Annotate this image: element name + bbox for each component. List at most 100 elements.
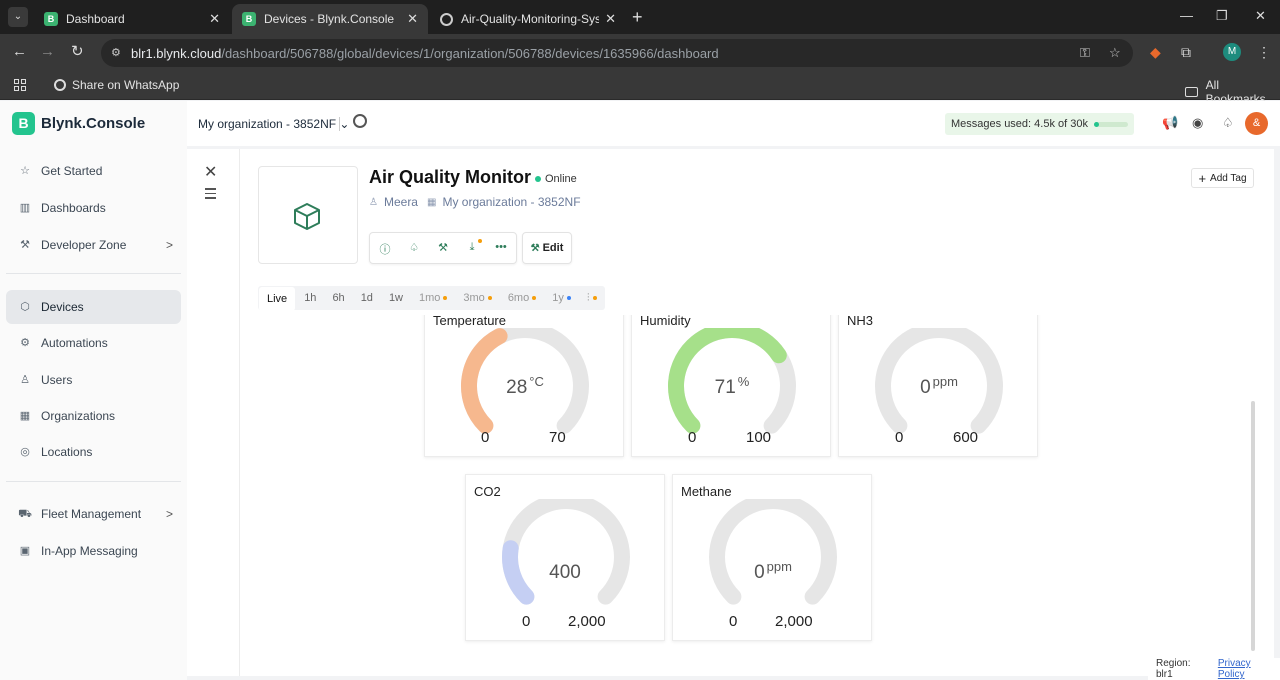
- blynk-app: B Blynk.Console ☆ Get Started ▥ Dashboar…: [0, 101, 1280, 680]
- notifications-bell-icon[interactable]: ♤: [1222, 115, 1234, 131]
- tab-search-button[interactable]: ⌄: [8, 7, 28, 27]
- sidebar-item-organizations[interactable]: ▦ Organizations: [6, 399, 181, 433]
- message-icon: ▣: [19, 545, 31, 557]
- extensions-puzzle-icon[interactable]: ⧉: [1181, 44, 1191, 61]
- forward-icon[interactable]: →: [40, 44, 55, 60]
- privacy-policy-link[interactable]: Privacy Policy: [1218, 658, 1280, 680]
- extension-fox-icon[interactable]: ◆: [1150, 44, 1161, 61]
- truck-icon: ⛟: [18, 508, 32, 520]
- new-tab-icon[interactable]: +: [632, 8, 643, 26]
- gauge-value: 71%: [714, 374, 750, 398]
- panel-rail: ✕: [187, 149, 240, 676]
- megaphone-icon[interactable]: 📢: [1162, 115, 1178, 131]
- edit-button[interactable]: ⚒ Edit: [522, 232, 572, 264]
- blynk-favicon-icon: B: [44, 12, 58, 26]
- help-icon[interactable]: ◉: [1192, 115, 1203, 131]
- bookmarks-bar: Share on WhatsApp All Bookmarks: [0, 72, 1280, 106]
- dashboard-scrollbar[interactable]: [1251, 401, 1255, 651]
- gauge-card-humidity[interactable]: Humidity 71% 0 100: [631, 315, 831, 457]
- menu-icon[interactable]: [205, 188, 216, 202]
- tab-close-icon[interactable]: ✕: [605, 11, 616, 27]
- site-info-icon[interactable]: ⚙: [111, 46, 125, 60]
- sidebar-item-automations[interactable]: ⚙ Automations: [6, 326, 181, 360]
- gauge-min: 0: [688, 429, 697, 446]
- time-range-live[interactable]: Live: [259, 287, 296, 311]
- sidebar-item-developer-zone[interactable]: ⚒ Developer Zone >: [6, 228, 181, 262]
- sidebar-item-get-started[interactable]: ☆ Get Started: [6, 154, 181, 188]
- add-tag-button[interactable]: + Add Tag: [1191, 168, 1254, 188]
- user-avatar[interactable]: &: [1245, 112, 1268, 135]
- gauge-max: 100: [746, 429, 772, 446]
- time-range-3mo[interactable]: 3mo: [455, 286, 499, 310]
- gauge-max: 600: [953, 429, 979, 446]
- sidebar-item-dashboards[interactable]: ▥ Dashboards: [6, 191, 181, 225]
- gauge-value: 400: [549, 562, 581, 583]
- gauge-min: 0: [481, 429, 490, 446]
- sidebar-item-users[interactable]: ♙ Users: [6, 363, 181, 397]
- reload-icon[interactable]: ↻: [71, 44, 84, 60]
- device-image[interactable]: [258, 166, 358, 264]
- gauge-value: 28 °C: [506, 374, 544, 398]
- gauge-card-temperature[interactable]: Temperature 28 °C 0 70: [424, 315, 624, 457]
- globe-icon: [54, 79, 66, 91]
- settings-gear-icon[interactable]: [353, 114, 367, 128]
- cube-icon: ⬡: [20, 301, 30, 313]
- sidebar-item-in-app-messaging[interactable]: ▣ In-App Messaging: [6, 534, 181, 568]
- bookmark-share-whatsapp[interactable]: Share on WhatsApp: [54, 78, 179, 92]
- gauge-card-methane[interactable]: Methane 0 ppm 0 2,000: [672, 474, 872, 641]
- gauge-card-co2[interactable]: CO2 400 0 2,000: [465, 474, 665, 641]
- maximize-icon[interactable]: ❐: [1216, 8, 1228, 24]
- browser-tab-devices[interactable]: B Devices - Blynk.Console ✕: [232, 4, 428, 34]
- tab-title: Dashboard: [66, 12, 125, 26]
- time-range-1mo[interactable]: 1mo: [411, 286, 455, 310]
- url-bar[interactable]: ⚙ blr1.blynk.cloud/dashboard/506788/glob…: [101, 39, 1133, 67]
- browser-tab-github[interactable]: Air-Quality-Monitoring-System ✕: [430, 4, 626, 34]
- browser-tab-dashboard[interactable]: B Dashboard ✕: [34, 4, 230, 34]
- gauge-title: NH3: [847, 315, 874, 328]
- chevron-down-icon: ⌄: [339, 117, 350, 131]
- minimize-icon[interactable]: —: [1180, 8, 1193, 23]
- sidebar-item-fleet-management[interactable]: ⛟ Fleet Management >: [6, 497, 181, 531]
- building-icon: ▦: [427, 196, 437, 208]
- blynk-favicon-icon: B: [242, 12, 256, 26]
- device-status: Online: [535, 173, 577, 185]
- tab-title: Devices - Blynk.Console: [264, 12, 395, 26]
- sidebar-item-devices[interactable]: ⬡ Devices: [6, 290, 181, 324]
- time-range-1w[interactable]: 1w: [381, 286, 411, 310]
- device-action-toolbar: ⓘ ♤ ⚒ ⤓ •••: [369, 232, 517, 264]
- gauge-title: Temperature: [433, 315, 506, 328]
- tab-close-icon[interactable]: ✕: [209, 11, 220, 27]
- info-icon[interactable]: ⓘ: [378, 241, 392, 257]
- more-icon[interactable]: •••: [494, 241, 508, 253]
- download-icon[interactable]: ⤓: [465, 239, 482, 254]
- browser-menu-icon[interactable]: ⋮: [1257, 44, 1271, 61]
- gauge-card-nh3[interactable]: NH3 0 ppm 0 600: [838, 315, 1038, 457]
- time-range-1h[interactable]: 1h: [296, 286, 324, 310]
- organization-select[interactable]: My organization - 3852NF ⌄: [198, 117, 349, 131]
- profile-avatar[interactable]: M: [1223, 43, 1241, 61]
- blynk-logo-icon: B: [12, 112, 35, 135]
- apps-grid-icon[interactable]: [14, 79, 27, 92]
- time-range-6h[interactable]: 6h: [324, 286, 352, 310]
- time-range-6mo[interactable]: 6mo: [500, 286, 544, 310]
- plus-icon: +: [1198, 170, 1207, 186]
- device-owner-link[interactable]: ♙ Meera: [369, 195, 418, 209]
- gauge-max: 2,000: [775, 613, 813, 630]
- password-key-icon[interactable]: ⚿: [1080, 45, 1090, 61]
- back-icon[interactable]: ←: [12, 44, 27, 60]
- time-range-custom[interactable]: ⫶: [579, 286, 605, 310]
- device-org-link[interactable]: ▦ My organization - 3852NF: [427, 195, 581, 209]
- time-range-1d[interactable]: 1d: [353, 286, 381, 310]
- sidebar-item-locations[interactable]: ◎ Locations: [6, 435, 181, 469]
- browser-address-bar: ← → ↻ ⚙ blr1.blynk.cloud/dashboard/50678…: [0, 34, 1280, 72]
- bell-icon[interactable]: ♤: [407, 241, 421, 254]
- tab-close-icon[interactable]: ✕: [407, 11, 418, 27]
- blynk-logo[interactable]: B Blynk.Console: [12, 112, 145, 135]
- time-range-1y[interactable]: 1y: [544, 286, 579, 310]
- wrench-icon[interactable]: ⚒: [436, 241, 450, 254]
- close-icon[interactable]: ✕: [204, 162, 217, 182]
- chevron-right-icon: >: [165, 238, 173, 252]
- bookmark-star-icon[interactable]: ☆: [1109, 45, 1121, 61]
- gauge: [709, 499, 837, 605]
- window-close-icon[interactable]: ✕: [1255, 8, 1266, 24]
